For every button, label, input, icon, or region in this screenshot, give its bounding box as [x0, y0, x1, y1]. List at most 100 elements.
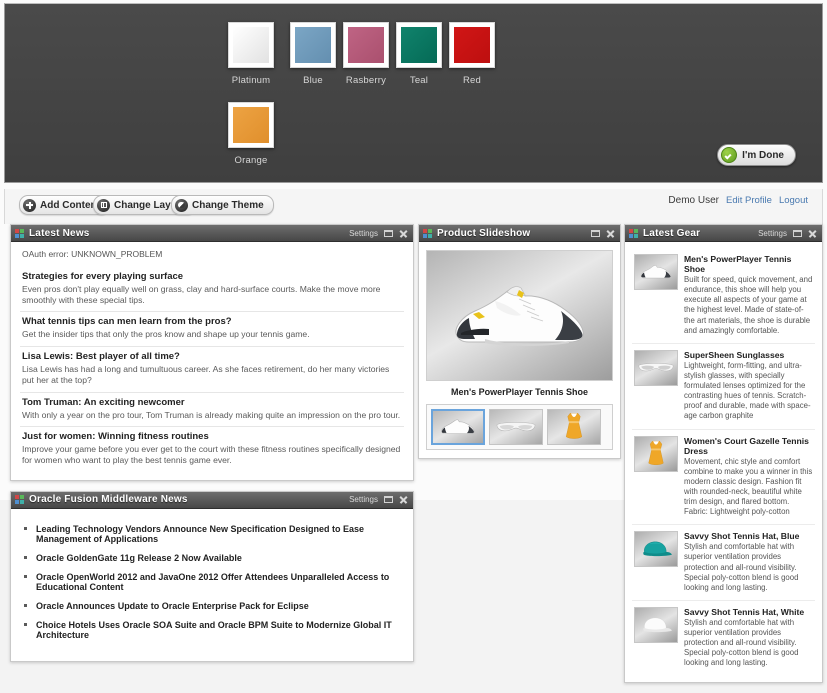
oracle-news-list: Leading Technology Vendors Announce New … — [20, 524, 404, 649]
change-theme-button[interactable]: Change Theme — [171, 195, 274, 215]
list-item[interactable]: Leading Technology Vendors Announce New … — [20, 524, 404, 553]
news-title: Lisa Lewis: Best player of all time? — [22, 351, 180, 363]
gear-text: Women's Court Gazelle Tennis Dress Movem… — [684, 436, 813, 518]
news-desc: Even pros don't play equally well on gra… — [22, 284, 381, 305]
gear-desc: Stylish and comfortable hat with superio… — [684, 542, 799, 592]
logout-link[interactable]: Logout — [779, 195, 808, 206]
gear-desc: Lightweight, form-fitting, and ultra-sty… — [684, 360, 811, 421]
theme-swatch-orange[interactable]: Orange — [220, 96, 282, 170]
panel-header: Latest News Settings — [11, 225, 413, 242]
list-item[interactable]: Tom Truman: An exciting newcomer With on… — [20, 393, 404, 428]
news-desc: With only a year on the pro tour, Tom Tr… — [22, 409, 401, 420]
settings-link[interactable]: Settings — [349, 229, 378, 238]
minimize-icon[interactable] — [793, 229, 802, 237]
gear-title: Savvy Shot Tennis Hat, Blue — [684, 531, 800, 542]
gear-title: SuperSheen Sunglasses — [684, 349, 785, 360]
theme-swatch-platinum[interactable]: Platinum — [220, 16, 282, 90]
im-done-label: I'm Done — [742, 149, 784, 161]
dashboard-page: Platinum Blue Rasberry Teal Red Orange I… — [0, 0, 827, 683]
panel-product-slideshow: Product Slideshow Men's PowerPlayer Tenn… — [418, 224, 621, 459]
edit-profile-link[interactable]: Edit Profile — [726, 195, 772, 206]
list-item[interactable]: Savvy Shot Tennis Hat, White Stylish and… — [632, 601, 815, 676]
gear-thumbnail — [634, 531, 678, 568]
sunglasses-thumb[interactable] — [489, 409, 543, 445]
news-desc: Improve your game before you ever get to… — [22, 444, 401, 466]
tennis-shoe-thumb[interactable] — [431, 409, 485, 445]
column-left: Latest News Settings OAuth error: UNKNOW… — [10, 224, 414, 672]
minimize-icon[interactable] — [591, 229, 600, 237]
im-done-button[interactable]: I'm Done — [717, 144, 796, 166]
plus-circle-icon — [23, 198, 36, 212]
list-item[interactable]: Oracle GoldenGate 11g Release 2 Now Avai… — [20, 553, 404, 572]
settings-link[interactable]: Settings — [758, 229, 787, 238]
panel-actions: Settings — [349, 229, 408, 238]
white-hat-icon — [643, 617, 672, 632]
panel-header: Oracle Fusion Middleware News Settings — [11, 491, 413, 509]
list-item[interactable]: Savvy Shot Tennis Hat, Blue Stylish and … — [632, 525, 815, 601]
minimize-icon[interactable] — [384, 229, 393, 237]
oauth-error-text: OAuth error: UNKNOWN_PROBLEM — [22, 249, 163, 259]
user-name: Demo User — [668, 195, 719, 206]
list-item[interactable]: Lisa Lewis: Best player of all time? Lis… — [20, 347, 404, 393]
gear-desc: Built for speed, quick movement, and end… — [684, 275, 813, 335]
news-title: Strategies for every playing surface — [22, 271, 184, 282]
panel-title: Latest Gear — [643, 227, 701, 239]
panel-title: Product Slideshow — [437, 227, 531, 239]
panel-grid-icon — [629, 228, 638, 238]
tennis-dress-icon — [565, 413, 583, 439]
list-item[interactable]: Oracle Announces Update to Oracle Enterp… — [20, 601, 404, 620]
user-area: Demo User Edit Profile Logout — [668, 195, 808, 206]
tennis-dress-thumb[interactable] — [547, 409, 601, 445]
gear-thumbnail — [634, 606, 678, 643]
panel-grid-icon — [15, 228, 24, 238]
dashboard-columns: Latest News Settings OAuth error: UNKNOW… — [4, 224, 823, 683]
list-item[interactable]: Women's Court Gazelle Tennis Dress Movem… — [632, 430, 815, 526]
slideshow-stage[interactable] — [426, 250, 613, 381]
theme-swatch-red[interactable]: Red — [441, 16, 503, 90]
gear-desc: Movement, chic style and comfort combine… — [684, 456, 813, 517]
panel-grid-icon — [423, 228, 432, 238]
news-desc: Get the insider tips that only the pros … — [22, 329, 310, 340]
panel-body: OAuth error: UNKNOWN_PROBLEM Strategies … — [11, 242, 413, 480]
close-icon[interactable] — [606, 229, 615, 238]
gear-text: Savvy Shot Tennis Hat, Blue Stylish and … — [684, 531, 813, 593]
theme-swatch-label: Platinum — [231, 75, 271, 86]
close-icon[interactable] — [399, 229, 408, 238]
list-item[interactable]: Men's PowerPlayer Tennis Shoe Built for … — [632, 248, 815, 344]
close-icon[interactable] — [808, 229, 817, 238]
theme-chip-rasberry — [343, 22, 389, 68]
theme-picker-overlay: Platinum Blue Rasberry Teal Red Orange I… — [4, 3, 823, 183]
panel-body: Leading Technology Vendors Announce New … — [11, 509, 413, 661]
panel-oracle-fusion-news: Oracle Fusion Middleware News Settings L… — [10, 490, 414, 662]
list-item[interactable]: Choice Hotels Uses Oracle SOA Suite and … — [20, 620, 404, 649]
slideshow-caption: Men's PowerPlayer Tennis Shoe — [450, 387, 589, 397]
news-desc: Lisa Lewis has had a long and tumultuous… — [22, 364, 390, 385]
theme-swatch-label: Red — [462, 75, 482, 86]
theme-swatch-label: Teal — [409, 75, 429, 86]
panel-header: Latest Gear Settings — [625, 225, 822, 242]
column-middle: Product Slideshow Men's PowerPlayer Tenn… — [418, 224, 621, 469]
theme-chip-orange — [228, 102, 274, 148]
panel-latest-gear: Latest Gear Settings Men's PowerPlayer T… — [624, 224, 823, 683]
list-item[interactable]: Oracle OpenWorld 2012 and JavaOne 2012 O… — [20, 572, 404, 601]
gear-text: SuperSheen Sunglasses Lightweight, form-… — [684, 350, 813, 422]
gear-text: Men's PowerPlayer Tennis Shoe Built for … — [684, 254, 813, 336]
white-sunglasses-icon — [638, 363, 674, 372]
theme-chip-platinum — [228, 22, 274, 68]
panel-title: Latest News — [29, 227, 90, 239]
list-item[interactable]: SuperSheen Sunglasses Lightweight, form-… — [632, 344, 815, 430]
panel-header: Product Slideshow — [419, 225, 620, 242]
green-check-icon — [721, 147, 738, 163]
panel-latest-news: Latest News Settings OAuth error: UNKNOW… — [10, 224, 414, 481]
change-theme-label: Change Theme — [192, 199, 264, 211]
list-item[interactable]: Strategies for every playing surface Eve… — [20, 267, 404, 313]
teal-hat-icon — [643, 541, 672, 557]
panel-actions: Settings — [758, 229, 817, 238]
list-item[interactable]: What tennis tips can men learn from the … — [20, 312, 404, 348]
slideshow-thumbnails — [426, 404, 613, 450]
column-right: Latest Gear Settings Men's PowerPlayer T… — [624, 224, 823, 693]
list-item[interactable]: Just for women: Winning fitness routines… — [20, 427, 404, 471]
gear-title: Women's Court Gazelle Tennis Dress — [684, 435, 809, 456]
theme-chip-blue — [290, 22, 336, 68]
theme-swatch-label: Rasberry — [345, 75, 387, 86]
